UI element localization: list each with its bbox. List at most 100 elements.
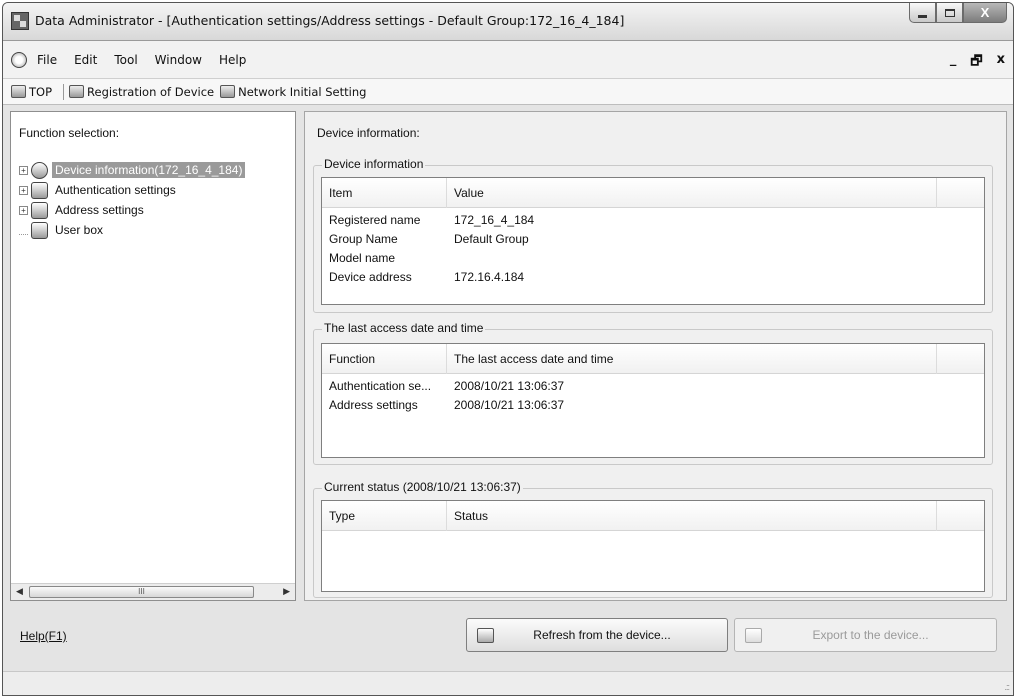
mdi-controls: _ 🗗 x	[950, 52, 1005, 74]
user-box-icon	[31, 221, 48, 239]
list-header: Function The last access date and time	[322, 344, 984, 374]
list-header: Item Value	[322, 178, 984, 208]
cell-function: Address settings	[329, 398, 418, 412]
expand-icon[interactable]: +	[19, 165, 28, 175]
mdi-minimize-button[interactable]: _	[950, 52, 957, 74]
expand-icon[interactable]: +	[19, 205, 28, 215]
top-label: TOP	[29, 84, 53, 99]
list-item[interactable]: Registered name 172_16_4_184	[322, 211, 984, 230]
minimize-icon	[918, 14, 927, 18]
registration-label: Registration of Device	[87, 84, 215, 99]
cell-item: Registered name	[329, 213, 421, 227]
list-item[interactable]: Model name	[322, 249, 984, 268]
list-item[interactable]: Device address 172.16.4.184	[322, 268, 984, 287]
menu-edit[interactable]: Edit	[74, 53, 97, 67]
list-header: Type Status	[322, 501, 984, 531]
column-header-item[interactable]: Item	[322, 178, 447, 208]
maximize-icon	[944, 8, 955, 17]
scroll-thumb-grip: III	[138, 587, 145, 596]
network-initial-setting-button[interactable]: Network Initial Setting	[220, 85, 366, 99]
scroll-thumb[interactable]: III	[29, 586, 254, 598]
function-selection-title: Function selection:	[19, 126, 120, 140]
menu-window[interactable]: Window	[155, 53, 202, 67]
cell-function: Authentication se...	[329, 379, 432, 393]
last-access-group: The last access date and time Function T…	[313, 321, 993, 465]
toolbar: TOP Registration of Device Network Initi…	[3, 79, 1013, 105]
tree-item-label: Address settings	[55, 203, 144, 217]
tree-item-label: Device information(172_16_4_184)	[52, 162, 246, 178]
group-legend: Device information	[322, 157, 426, 171]
scroll-right-icon[interactable]: ▶	[283, 586, 290, 597]
cell-value: Default Group	[454, 232, 529, 246]
last-access-list[interactable]: Function The last access date and time A…	[321, 343, 985, 458]
tree-connector	[19, 226, 28, 235]
mdi-close-button[interactable]: x	[997, 52, 1005, 74]
status-bar: .::	[3, 671, 1013, 695]
list-item[interactable]: Address settings 2008/10/21 13:06:37	[322, 396, 984, 415]
column-header-type[interactable]: Type	[322, 501, 447, 531]
document-menu-icon[interactable]	[11, 51, 27, 68]
function-selection-pane: Function selection: + Device information…	[10, 111, 296, 601]
group-legend: The last access date and time	[322, 321, 486, 335]
export-label: Export to the device...	[812, 628, 929, 642]
current-status-list[interactable]: Type Status	[321, 500, 985, 592]
function-tree: + Device information(172_16_4_184) + Aut…	[19, 160, 246, 240]
resize-grip-icon[interactable]: .::	[1004, 682, 1009, 692]
window-title: Data Administrator - [Authentication set…	[35, 13, 625, 28]
address-book-icon	[31, 201, 48, 219]
device-information-pane: Device information: Device information I…	[304, 111, 1007, 601]
close-button[interactable]: X	[963, 3, 1007, 23]
app-window: Data Administrator - [Authentication set…	[2, 2, 1014, 696]
current-status-group: Current status (2008/10/21 13:06:37) Typ…	[313, 480, 993, 598]
app-icon	[11, 12, 29, 30]
menu-tool[interactable]: Tool	[114, 53, 137, 67]
refresh-label: Refresh from the device...	[533, 628, 671, 642]
list-rows: Registered name 172_16_4_184 Group Name …	[322, 211, 984, 287]
list-rows: Authentication se... 2008/10/21 13:06:37…	[322, 377, 984, 415]
device-information-group: Device information Item Value Registered…	[313, 157, 993, 313]
toolbar-separator	[63, 83, 65, 100]
horizontal-scrollbar[interactable]: ◀ III ▶	[11, 583, 295, 600]
column-header-value[interactable]: Value	[447, 178, 937, 208]
mdi-restore-button[interactable]: 🗗	[970, 52, 982, 74]
tree-item-device-information[interactable]: + Device information(172_16_4_184)	[19, 160, 246, 180]
registration-of-device-button[interactable]: Registration of Device	[69, 85, 214, 99]
registration-icon	[69, 85, 85, 98]
list-item[interactable]: Group Name Default Group	[322, 230, 984, 249]
export-to-device-button[interactable]: Export to the device...	[734, 618, 997, 652]
authentication-icon	[31, 181, 48, 199]
cell-last-access: 2008/10/21 13:06:37	[454, 379, 565, 393]
cell-item: Device address	[329, 270, 412, 284]
cell-item: Model name	[329, 251, 396, 265]
tree-item-user-box[interactable]: User box	[19, 220, 245, 240]
network-icon	[220, 85, 236, 98]
cell-value: 172.16.4.184	[454, 270, 525, 284]
tree-item-authentication-settings[interactable]: + Authentication settings	[19, 180, 245, 200]
column-header-last-access[interactable]: The last access date and time	[447, 344, 937, 374]
maximize-button[interactable]	[936, 3, 963, 23]
tree-item-address-settings[interactable]: + Address settings	[19, 200, 245, 220]
column-header-function[interactable]: Function	[322, 344, 447, 374]
group-legend: Current status (2008/10/21 13:06:37)	[322, 480, 523, 494]
refresh-from-device-button[interactable]: Refresh from the device...	[466, 618, 728, 652]
menu-help[interactable]: Help	[219, 53, 246, 67]
list-item[interactable]: Authentication se... 2008/10/21 13:06:37	[322, 377, 984, 396]
close-icon: X	[980, 5, 990, 20]
device-info-icon	[31, 161, 48, 179]
menu-file[interactable]: File	[37, 53, 57, 67]
column-header-status[interactable]: Status	[447, 501, 937, 531]
scroll-left-icon[interactable]: ◀	[16, 586, 23, 597]
top-button[interactable]: TOP	[11, 85, 52, 99]
minimize-button[interactable]	[909, 3, 936, 23]
top-icon	[11, 85, 26, 98]
cell-item: Group Name	[329, 232, 398, 246]
pane-title: Device information:	[317, 126, 420, 140]
tree-item-label: User box	[55, 223, 104, 237]
cell-value: 172_16_4_184	[454, 213, 535, 227]
help-link[interactable]: Help(F1)	[20, 629, 67, 643]
menu-bar: File Edit Tool Window Help _ 🗗 x	[3, 41, 1013, 79]
title-bar[interactable]: Data Administrator - [Authentication set…	[3, 3, 1013, 41]
expand-icon[interactable]: +	[19, 185, 28, 195]
cell-last-access: 2008/10/21 13:06:37	[454, 398, 565, 412]
device-information-list[interactable]: Item Value Registered name 172_16_4_184 …	[321, 177, 985, 305]
